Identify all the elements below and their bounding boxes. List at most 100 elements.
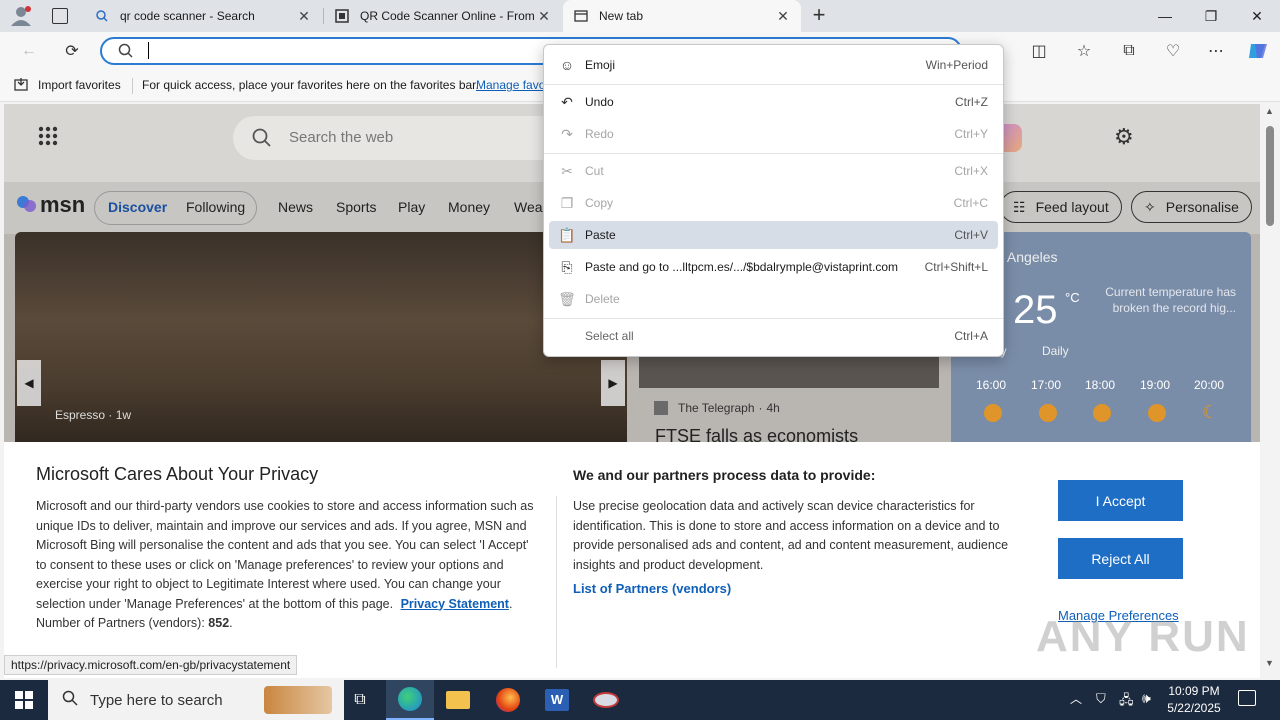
scroll-thumb[interactable] [1266,126,1274,226]
search-icon [118,43,134,62]
close-tab-icon[interactable]: ✕ [536,8,552,25]
undo-icon: ↶ [561,93,573,110]
sun-icon [984,404,1002,422]
taskbar-search[interactable]: Type here to search [48,680,344,720]
close-tab-icon[interactable]: ✕ [296,8,312,25]
menu-item-cut[interactable]: ✂ Cut Ctrl+X [549,157,998,185]
close-tab-icon[interactable]: ✕ [775,8,791,25]
sun-icon [1093,404,1111,422]
menu-item-delete[interactable]: 🗑 Delete [549,285,998,313]
weather-tab-daily[interactable]: Daily [1042,344,1069,358]
nav-news[interactable]: News [278,199,313,215]
nav-following[interactable]: Following [186,199,245,215]
profile-avatar[interactable] [10,6,32,26]
system-clock[interactable]: 10:09 PM 5/22/2025 [1166,683,1222,717]
copilot-icon[interactable] [1245,38,1271,64]
tab-new[interactable]: New tab ✕ [563,0,801,32]
show-hidden-icons[interactable]: ︿ [1070,690,1082,707]
menu-item-paste[interactable]: 📋 Paste Ctrl+V [549,221,998,249]
anyrun-watermark: ANY RUN [1036,612,1250,661]
apps-grid-icon[interactable] [38,126,58,149]
restore-button[interactable]: ❐ [1188,0,1234,32]
scroll-up-icon[interactable]: ▲ [1265,106,1274,116]
msn-logo-text: msn [40,192,86,217]
menu-item-redo[interactable]: ↷ Redo Ctrl+Y [549,120,998,148]
search-icon [252,128,272,151]
tab-qr-scanner[interactable]: QR Code Scanner Online - From ✕ [324,0,562,32]
volume-icon[interactable]: 🕪 [1142,690,1151,707]
nav-play[interactable]: Play [398,199,425,215]
manage-favorites-link[interactable]: Manage favo [476,78,545,92]
context-menu: ☺ Emoji Win+Period ↶ Undo Ctrl+Z ↷ Redo … [543,44,1004,357]
feed-layout-icon: ☷ [1013,198,1026,215]
clock-time: 10:09 PM [1168,684,1220,698]
title-bar: qr code scanner - Search ✕ QR Code Scann… [0,0,1280,32]
nav-sports[interactable]: Sports [336,199,376,215]
firefox-icon[interactable] [484,680,532,720]
moon-icon: ☾ [1202,402,1219,422]
settings-gear-icon[interactable]: ⚙ [1114,124,1134,150]
nav-weather[interactable]: Wea [514,199,543,215]
more-menu-icon[interactable]: ⋯ [1203,38,1229,64]
nav-discover[interactable]: Discover [108,199,167,215]
personalise-icon: ✧ [1144,198,1156,215]
browser-essentials-icon[interactable]: ♡ [1160,38,1186,64]
edge-app-icon[interactable] [386,680,434,720]
msn-logo[interactable]: msn [16,192,85,218]
tab-actions-icon[interactable] [52,8,68,24]
personalise-button[interactable]: ✧ Personalise [1131,191,1252,223]
notifications-icon[interactable] [1238,690,1256,706]
word-icon[interactable]: W [533,680,581,720]
paste-icon: 📋 [558,226,576,243]
nav-money[interactable]: Money [448,199,490,215]
back-icon[interactable]: ← [16,38,42,64]
network-vpn-icon[interactable]: ⛉ [1096,691,1106,707]
menu-item-undo[interactable]: ↶ Undo Ctrl+Z [549,88,998,116]
close-window-button[interactable]: ✕ [1234,0,1280,32]
collections-icon[interactable]: ⧉ [1116,38,1142,64]
news2-time: 4h [766,401,780,415]
task-view-icon[interactable]: ⧉ [336,680,384,720]
weather-unit: °C [1065,290,1080,305]
search-icon [62,690,78,710]
menu-item-paste-and-go[interactable]: ⎘ Paste and go to ...lltpcm.es/.../$bdal… [549,253,998,281]
app-icon[interactable] [582,680,630,720]
favorites-icon[interactable]: ☆ [1071,38,1097,64]
hero-article-image[interactable]: ◀ ▶ Espresso · 1w [15,232,627,452]
telegraph-icon [654,401,668,415]
file-explorer-icon[interactable] [434,680,482,720]
split-screen-icon[interactable]: ◫ [1026,38,1052,64]
privacy-statement-link[interactable]: Privacy Statement [401,597,509,611]
reject-all-button[interactable]: Reject All [1058,538,1183,579]
feed-layout-label: Feed layout [1035,199,1109,215]
new-tab-button[interactable]: + [808,4,830,28]
scroll-down-icon[interactable]: ▼ [1265,658,1274,668]
search-icon [94,8,110,24]
redo-icon: ↷ [561,125,573,142]
accept-button[interactable]: I Accept [1058,480,1183,521]
tab-title: New tab [599,9,644,23]
emoji-icon: ☺ [559,57,575,73]
menu-item-copy[interactable]: ❐ Copy Ctrl+C [549,189,998,217]
start-button[interactable] [0,680,48,720]
tab-search[interactable]: qr code scanner - Search ✕ [84,0,322,32]
menu-item-emoji[interactable]: ☺ Emoji Win+Period [549,51,998,79]
network-icon[interactable]: 🖧 [1119,691,1134,713]
new-tab-icon [573,8,589,24]
sun-icon [1148,404,1166,422]
partners-list-link[interactable]: List of Partners (vendors) [573,581,731,596]
privacy-right-title: We and our partners process data to prov… [573,467,876,483]
weather-note[interactable]: Current temperature has broken the recor… [1096,284,1236,316]
privacy-body: Microsoft and our third-party vendors us… [36,499,534,630]
carousel-next-button[interactable]: ▶ [601,360,625,406]
menu-item-select-all[interactable]: Select all Ctrl+A [549,322,998,350]
minimize-button[interactable]: — [1142,0,1188,32]
import-favorites-button[interactable]: Import favorites [38,78,121,92]
refresh-icon[interactable]: ⟳ [59,38,85,64]
sun-icon [1039,404,1057,422]
page-scrollbar[interactable]: ▲ ▼ [1262,104,1278,678]
feed-layout-button[interactable]: ☷ Feed layout [1000,191,1122,223]
carousel-prev-button[interactable]: ◀ [17,360,41,406]
status-url: https://privacy.microsoft.com/en-gb/priv… [4,655,298,675]
privacy-title: Microsoft Cares About Your Privacy [36,464,319,484]
